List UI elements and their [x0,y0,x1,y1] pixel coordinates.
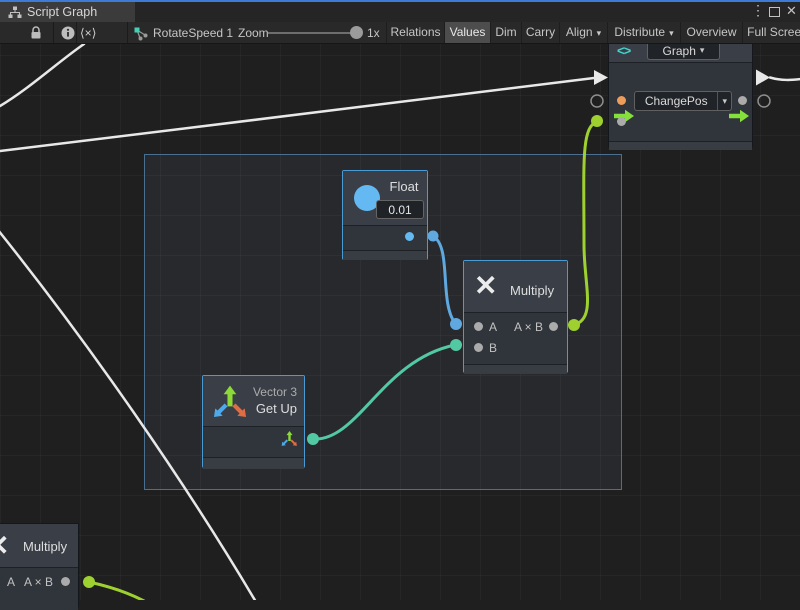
breadcrumb[interactable]: RotateSpeed 1 [153,26,233,40]
event-select-label: ChangePos [635,94,717,108]
vector-footer [203,457,304,469]
node-graph-event[interactable]: <> Graph ▾ ChangePos ▾ [608,38,753,148]
relations-label: Relations [390,25,440,39]
carry-button[interactable]: Carry [521,22,559,43]
dim-button[interactable]: Dim [490,22,521,43]
multiply2-output-port[interactable] [61,577,70,586]
info-icon[interactable] [61,26,75,40]
graph-flow-out-port-icon[interactable] [728,109,750,123]
multiply2-output-label: A × B [24,575,53,589]
multiply2-icon: ✕ [0,532,9,560]
align-label: Align [566,25,593,39]
multiply2-title: Multiply [23,539,67,554]
graph-dropdown-label: Graph [663,44,696,58]
distribute-label: Distribute [614,25,665,39]
zoom-value: 1x [367,26,380,40]
toolbar: ⟨×⟩ RotateSpeed 1 Zoom 1x Relations Valu… [0,22,800,44]
float-output-port[interactable] [405,232,414,241]
tab-title: Script Graph [27,5,97,19]
zoom-slider-track[interactable] [268,32,357,34]
chevron-down-icon: ▾ [700,45,705,56]
zoom-slider-handle[interactable] [350,26,363,39]
window-focus-highlight [0,0,800,2]
vector-output-port-icon[interactable] [280,430,298,448]
chevron-down-icon: ▾ [717,92,731,110]
dim-label: Dim [495,25,516,39]
multiply-input-b-label: B [489,341,497,355]
carry-label: Carry [526,25,555,39]
graph-breadcrumb-icon [133,26,149,42]
overview-label: Overview [686,25,736,39]
lock-icon[interactable] [30,26,42,40]
event-select-dropdown[interactable]: ChangePos ▾ [634,91,732,111]
values-label: Values [450,25,486,39]
window-close-icon[interactable]: ✕ [786,3,797,19]
node-float[interactable]: Float [342,170,428,260]
zoom-label: Zoom [238,26,269,40]
vector3-icon [209,381,249,421]
node-vector3-getup[interactable]: Vector 3 Get Up [202,375,305,468]
window-maximize-icon[interactable] [769,7,780,17]
multiply-output-port[interactable] [549,322,558,331]
float-title: Float [383,179,425,194]
multiply-input-a-port[interactable] [474,322,483,331]
graph-footer [609,141,752,150]
fullscreen-button[interactable]: Full Screen [742,22,800,43]
relations-button[interactable]: Relations [386,22,444,43]
multiply-icon: ✕ [474,272,497,300]
align-button[interactable]: Align ▾ [559,22,607,43]
hierarchy-icon [8,6,22,19]
float-value-input[interactable] [376,200,424,219]
multiply-footer [464,364,567,374]
divider [127,22,128,43]
overview-button[interactable]: Overview [680,22,742,43]
multiply2-input-a-label: A [7,575,15,589]
node-multiply[interactable]: ✕ Multiply A A × B B [463,260,568,373]
code-view-icon[interactable]: ⟨×⟩ [80,26,96,40]
multiply-title: Multiply [510,283,554,298]
multiply-input-b-port[interactable] [474,343,483,352]
float-body [343,225,427,251]
distribute-button[interactable]: Distribute ▾ [607,22,680,43]
title-bar: Script Graph ⋮ ✕ [0,0,800,22]
multiply-output-label: A × B [514,320,543,334]
divider [76,22,77,43]
graph-right-port[interactable] [738,96,747,105]
fullscreen-label: Full Screen [747,25,800,39]
window-menu-icon[interactable]: ⋮ [751,2,765,19]
chevron-down-icon: ▾ [597,28,602,38]
float-footer [343,250,427,260]
multiply-input-a-label: A [489,320,497,334]
vector-type-label: Vector 3 [253,385,297,399]
graph-event-port[interactable] [617,96,626,105]
values-button[interactable]: Values [444,22,490,43]
divider [53,22,54,43]
node-multiply-2[interactable]: ✕ Multiply A A × B [0,523,79,608]
vector-title: Get Up [256,401,297,416]
graph-bottom-port[interactable] [617,117,626,126]
tab-script-graph[interactable]: Script Graph [0,2,135,22]
chevron-down-icon: ▾ [669,28,674,38]
graph-brackets-icon: <> [617,43,630,58]
